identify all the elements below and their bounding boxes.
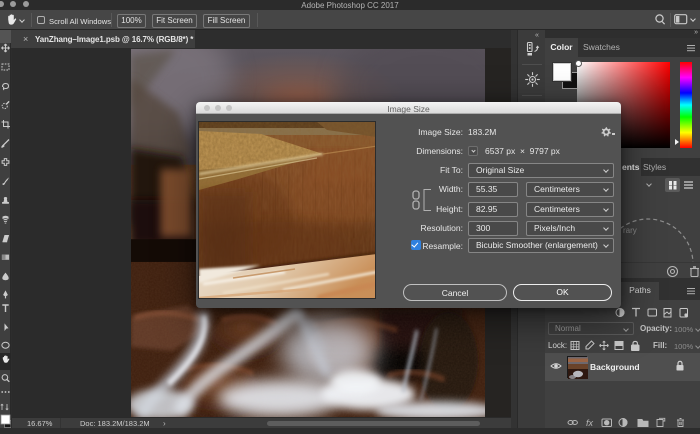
svg-text:fx: fx [586, 418, 594, 428]
